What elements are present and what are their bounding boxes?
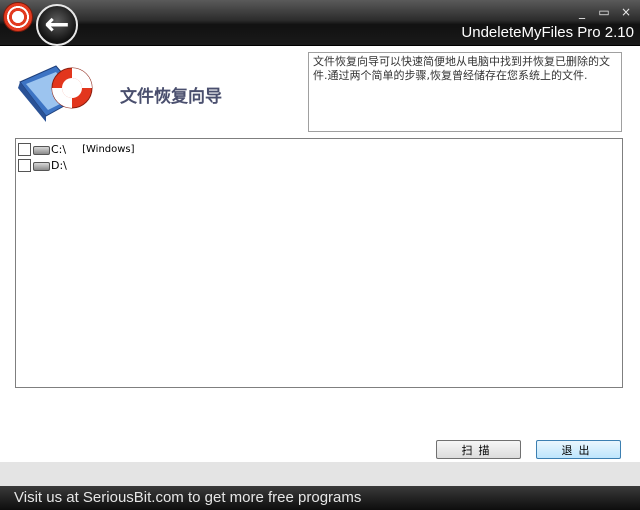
footer-spacer	[0, 462, 640, 486]
drive-item-d[interactable]: D:\	[18, 157, 83, 173]
title-bar: ← _ ▭ × UndeleteMyFiles Pro 2.10	[0, 0, 640, 46]
lifebuoy-icon[interactable]	[3, 2, 33, 32]
app-title: UndeleteMyFiles Pro 2.10	[461, 24, 634, 41]
exit-button[interactable]: 退出	[536, 440, 621, 459]
lifebuoy-folder-icon	[18, 65, 93, 122]
footer-link[interactable]: Visit us at SeriousBit.com to get more f…	[0, 486, 640, 510]
drive-list[interactable]: C:\ [Windows] D:\	[15, 138, 623, 388]
back-button[interactable]: ←	[36, 4, 78, 46]
wizard-title: 文件恢复向导	[120, 87, 222, 107]
hard-drive-icon	[33, 145, 50, 155]
drive-label: [Windows]	[82, 143, 135, 155]
drive-letter: C:\	[51, 142, 67, 156]
drive-checkbox[interactable]	[18, 158, 31, 172]
drive-item-c[interactable]: C:\ [Windows]	[18, 141, 135, 157]
back-arrow-icon: ←	[44, 7, 70, 42]
maximize-button[interactable]: ▭	[598, 6, 610, 18]
hard-drive-icon	[33, 161, 50, 171]
minimize-button[interactable]: _	[576, 6, 588, 18]
close-button[interactable]: ×	[620, 6, 632, 18]
drive-checkbox[interactable]	[18, 142, 31, 156]
description-box: 文件恢复向导可以快速简便地从电脑中找到并恢复已删除的文件.通过两个简单的步骤,恢…	[308, 52, 622, 132]
drive-letter: D:\	[51, 158, 67, 172]
window-controls: _ ▭ ×	[576, 6, 632, 18]
scan-button[interactable]: 扫描	[436, 440, 521, 459]
